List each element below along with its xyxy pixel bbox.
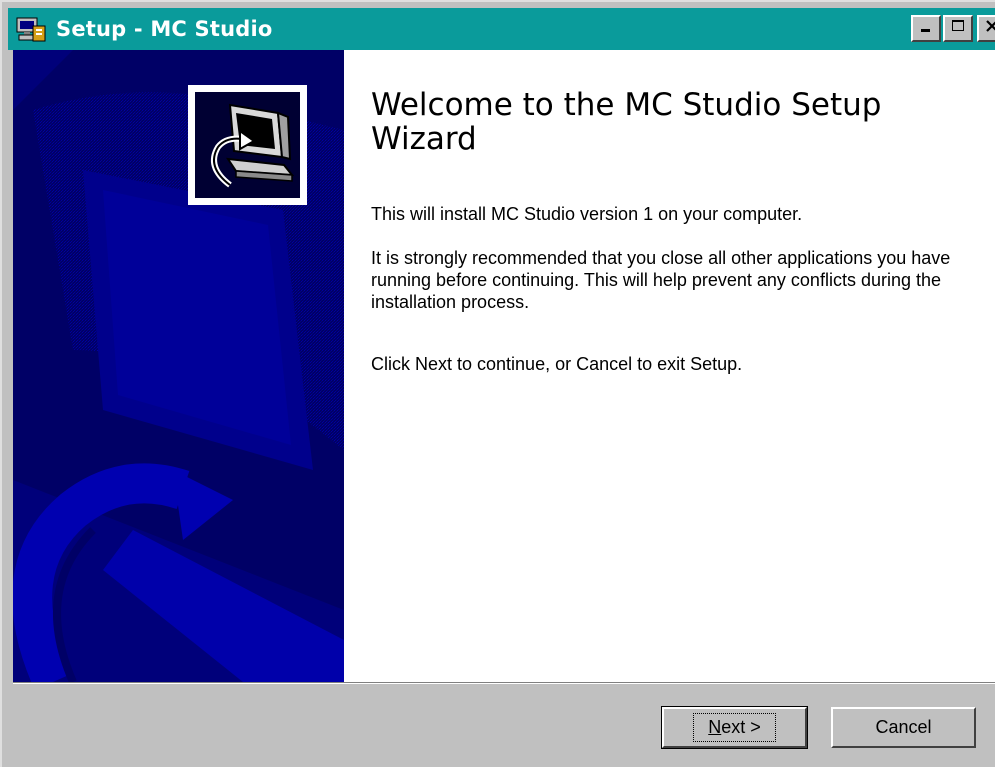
next-label-text: Next > bbox=[708, 717, 761, 737]
setup-window: Setup - MC Studio Welcome to the MC Stud… bbox=[0, 0, 995, 767]
wizard-content: Welcome to the MC Studio Setup Wizard Th… bbox=[344, 50, 995, 682]
close-apps-recommendation: It is strongly recommended that you clos… bbox=[371, 248, 951, 312]
install-description: This will install MC Studio version 1 on… bbox=[371, 204, 803, 224]
next-button-label: Next > bbox=[693, 713, 776, 742]
cancel-button[interactable]: Cancel bbox=[831, 707, 976, 748]
wizard-heading: Welcome to the MC Studio Setup Wizard bbox=[371, 87, 882, 157]
next-button[interactable]: Next > bbox=[661, 706, 808, 749]
title-bar-controls bbox=[911, 15, 995, 42]
minimize-icon bbox=[919, 19, 933, 38]
maximize-button[interactable] bbox=[943, 15, 973, 42]
close-icon bbox=[985, 19, 995, 38]
close-button[interactable] bbox=[977, 15, 995, 42]
maximize-icon bbox=[951, 19, 965, 38]
setup-logo bbox=[188, 85, 307, 205]
minimize-button[interactable] bbox=[911, 15, 941, 42]
computer-install-icon bbox=[200, 95, 296, 196]
cancel-button-label: Cancel bbox=[875, 717, 932, 737]
window-title: Setup - MC Studio bbox=[56, 17, 273, 41]
next-instruction: Click Next to continue, or Cancel to exi… bbox=[371, 354, 743, 374]
setup-app-icon bbox=[14, 12, 48, 46]
title-bar[interactable]: Setup - MC Studio bbox=[8, 8, 995, 50]
footer-divider bbox=[13, 682, 995, 684]
